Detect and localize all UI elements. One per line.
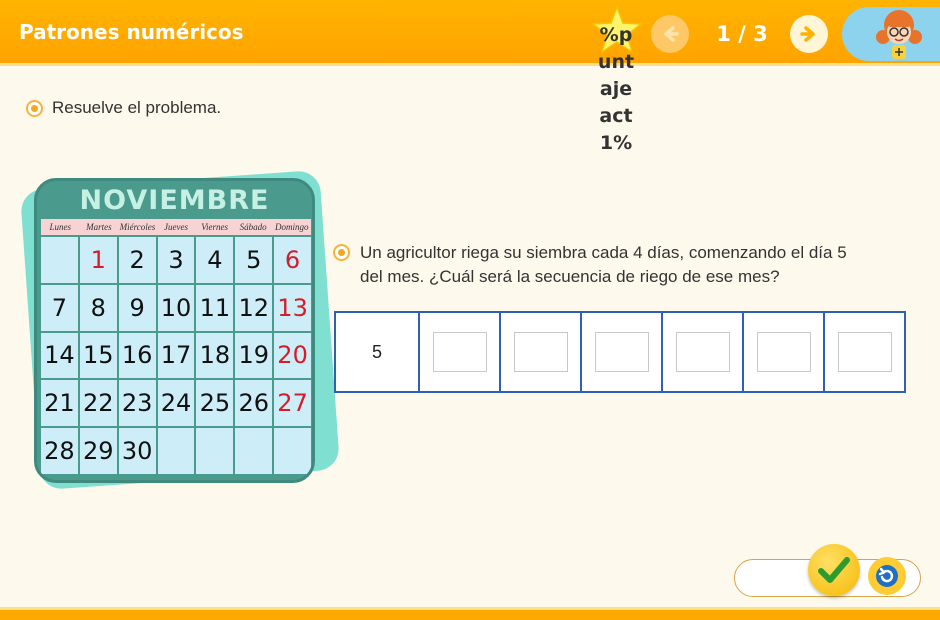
calendar-day-cell: [157, 428, 195, 474]
weekday-label: Martes: [86, 222, 112, 232]
calendar-day-cell: 17: [157, 332, 195, 379]
calendar-day-cell: 15: [79, 332, 117, 379]
given-value: 5: [371, 341, 382, 362]
calendar-day-cell: 19: [235, 332, 273, 379]
calendar-day-cell: 21: [41, 380, 78, 427]
reset-button[interactable]: [868, 557, 906, 595]
calendar-day-cell: 26: [235, 380, 273, 427]
weekday-label: Sábado: [239, 222, 267, 232]
answer-input[interactable]: [756, 332, 811, 372]
answer-cell: [661, 311, 744, 393]
footer-bar: [0, 607, 940, 620]
calendar-day-cell: 7: [41, 284, 78, 331]
calendar-day-cell: 20: [274, 332, 311, 379]
calendar-day-cell: 23: [118, 380, 156, 427]
calendar-month: NOVIEMBRE: [79, 185, 270, 216]
calendar-day-cell: 30: [118, 428, 156, 474]
question-text: Un agricultor riega su siembra cada 4 dí…: [360, 243, 847, 286]
calendar-day-cell: 1: [79, 237, 117, 283]
calendar-day-cell: [235, 428, 273, 474]
calendar-day-cell: 28: [41, 428, 78, 474]
calendar-day-cell: 18: [196, 332, 234, 379]
calendar-day-cell: 5: [235, 237, 273, 283]
reset-icon: [876, 565, 898, 587]
header-bar: Patrones numéricos %puntaje act1% 1 / 3: [0, 0, 940, 154]
calendar-day-cell: 8: [79, 284, 117, 331]
arrow-right-icon: [800, 26, 815, 42]
star-score-text: %puntaje act1%: [597, 24, 635, 154]
page-title: Patrones numéricos: [19, 20, 244, 44]
calendar-day-cell: 24: [157, 380, 195, 427]
page-counter: 1 / 3: [716, 22, 768, 46]
check-button[interactable]: [808, 544, 860, 596]
answer-cell: [499, 311, 582, 393]
calendar-day-cell: [41, 237, 78, 283]
calendar-day-cell: [274, 428, 311, 474]
answer-input[interactable]: [513, 332, 568, 372]
calendar-day-cell: 11: [196, 284, 234, 331]
arrow-left-icon: [664, 26, 679, 42]
calendar-grid: 1 2 3 4 5 6 7 8 9 10 11 12 13 14 15 16 17 18 19 20 21 22 23 24 2…: [41, 237, 311, 474]
instruction-text: Resuelve el problema.: [52, 98, 222, 117]
answer-input[interactable]: [837, 332, 892, 372]
bullet-icon: [26, 99, 43, 117]
weekday-label: Jueves: [164, 222, 189, 232]
previous-button[interactable]: [651, 15, 689, 53]
calendar-day-cell: 16: [118, 332, 156, 379]
calendar-day-cell: 22: [79, 380, 117, 427]
next-button[interactable]: [790, 15, 828, 53]
calendar-day-cell: 3: [157, 237, 195, 283]
answer-cell: [580, 311, 663, 393]
answer-sequence: 5: [334, 311, 906, 393]
weekday-label: Viernes: [201, 222, 229, 232]
calendar-day-cell: 13: [274, 284, 311, 331]
answer-cell: [418, 311, 501, 393]
answer-input[interactable]: [594, 332, 649, 372]
weekday-label: Lunes: [49, 222, 72, 232]
calendar-day-cell: 14: [41, 332, 78, 379]
instruction: Resuelve el problema.: [26, 98, 221, 118]
question: Un agricultor riega su siembra cada 4 dí…: [333, 241, 860, 289]
avatar-icon: [876, 10, 922, 59]
avatar-tab[interactable]: [842, 7, 940, 61]
calendar-day-cell: 25: [196, 380, 234, 427]
calendar-image: NOVIEMBRE Lunes Martes Miércoles Jueves …: [19, 169, 341, 491]
calendar-day-cell: 10: [157, 284, 195, 331]
calendar-day-cell: 9: [118, 284, 156, 331]
calendar-day-cell: 4: [196, 237, 234, 283]
weekday-label: Miércoles: [119, 222, 156, 232]
calendar-day-cell: [196, 428, 234, 474]
calendar-day-cell: 2: [118, 237, 156, 283]
answer-cell: [742, 311, 825, 393]
calendar-day-cell: 27: [274, 380, 311, 427]
answer-input[interactable]: [675, 332, 730, 372]
bullet-icon: [333, 244, 350, 261]
calendar-card: NOVIEMBRE Lunes Martes Miércoles Jueves …: [34, 178, 315, 483]
weekday-label: Domingo: [275, 222, 309, 232]
calendar-day-cell: 6: [274, 237, 311, 283]
answer-cell-given: 5: [334, 311, 420, 393]
calendar-day-cell: 12: [235, 284, 273, 331]
check-icon: [818, 557, 850, 583]
answer-input[interactable]: [432, 332, 487, 372]
answer-cell: [823, 311, 906, 393]
calendar-day-cell: 29: [79, 428, 117, 474]
calendar-weekdays: Lunes Martes Miércoles Jueves Viernes Sá…: [41, 219, 311, 235]
